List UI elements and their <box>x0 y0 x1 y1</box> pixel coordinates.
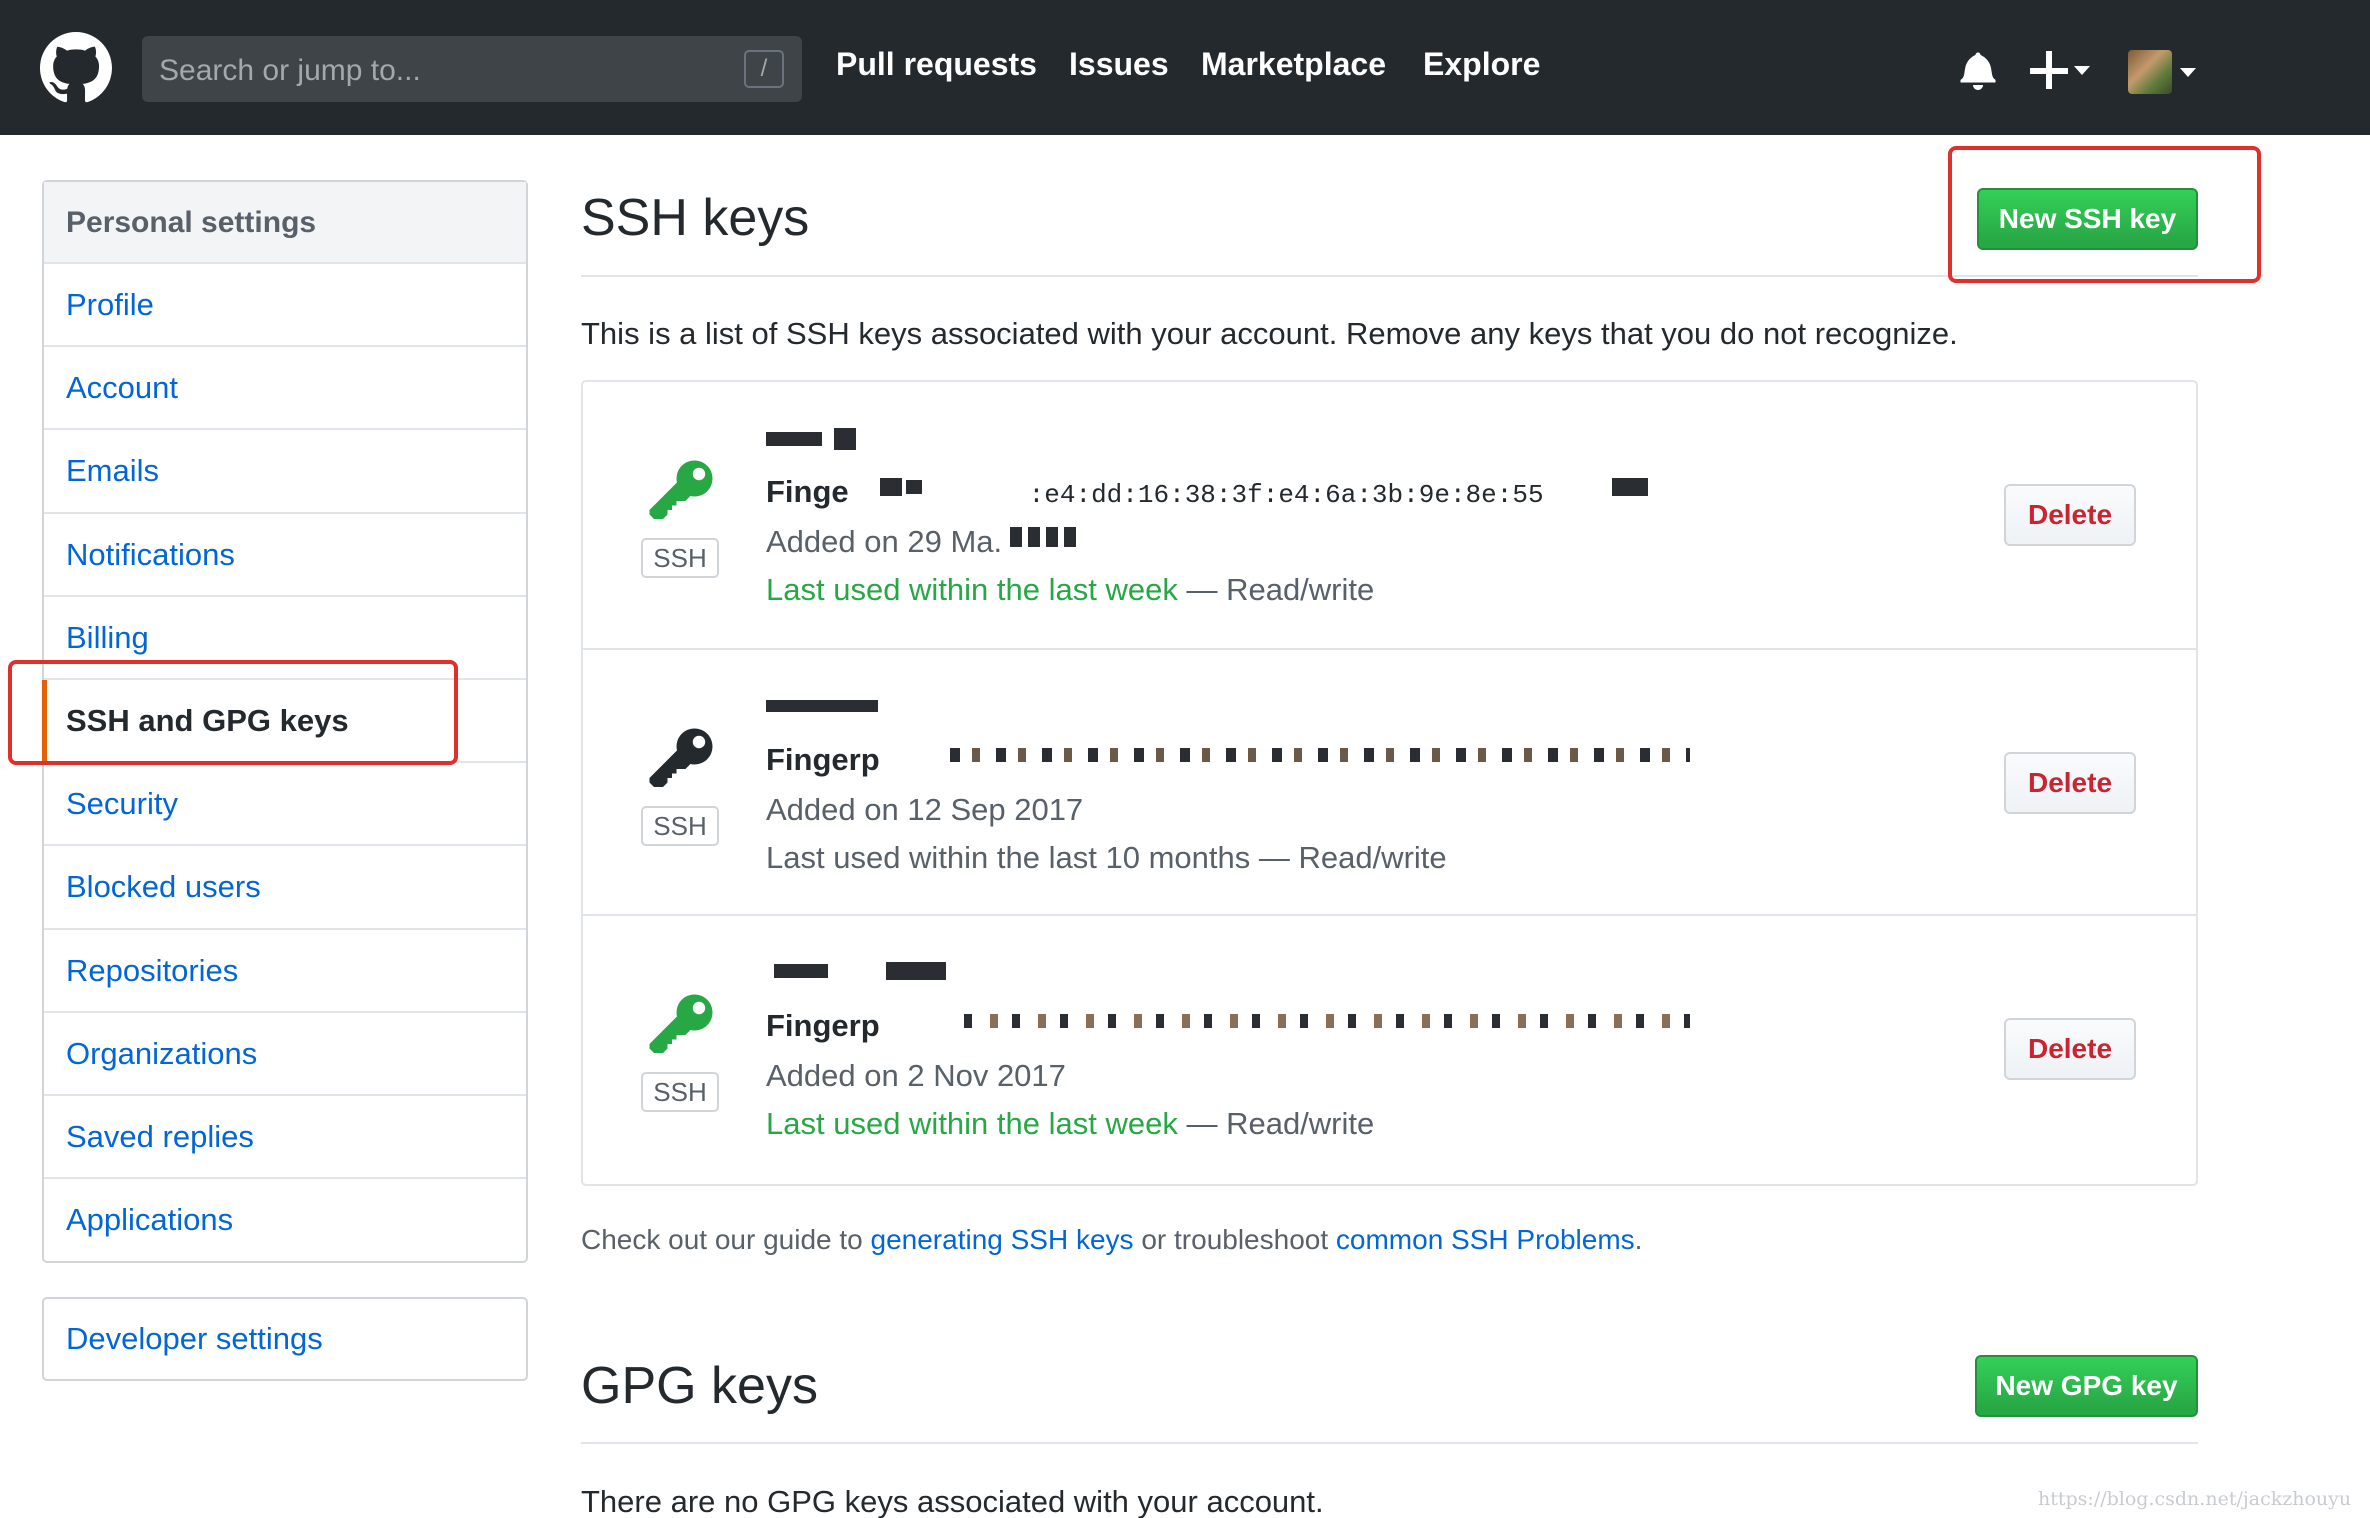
search-placeholder: Search or jump to... <box>159 54 421 87</box>
guide-suffix: . <box>1634 1224 1643 1255</box>
gpg-empty-text: There are no GPG keys associated with yo… <box>581 1484 1324 1518</box>
user-menu[interactable] <box>2128 50 2200 96</box>
key-fingerprint: Fingerp <box>766 1008 880 1044</box>
annotation-box-new-ssh-key <box>1948 146 2261 283</box>
fingerprint-label: Finge <box>766 474 849 509</box>
key-last-used: Last used within the last week — Read/wr… <box>766 1106 1374 1142</box>
key-added-date: Added on 12 Sep 2017 <box>766 792 1084 827</box>
ssh-keys-title: SSH keys <box>581 189 810 247</box>
last-used-text: Last used within the last week <box>766 572 1178 607</box>
search-input[interactable]: Search or jump to... / <box>142 36 802 102</box>
access-text: — Read/write <box>1177 1106 1375 1141</box>
fingerprint-label: Fingerp <box>766 1008 880 1043</box>
access-text: — Read/write <box>1250 840 1447 875</box>
plus-dropdown-icon[interactable] <box>2030 50 2090 90</box>
guide-middle: or troubleshoot <box>1133 1224 1336 1255</box>
new-gpg-key-button[interactable]: New GPG key <box>1975 1355 2198 1417</box>
annotation-box-ssh-gpg-keys <box>8 660 458 765</box>
bell-icon[interactable] <box>1960 50 1996 90</box>
sidebar-item-profile[interactable]: Profile <box>44 264 526 348</box>
key-last-used: Last used within the last 10 months — Re… <box>766 840 1447 876</box>
last-used-text: Last used within the last 10 months <box>766 840 1251 875</box>
common-ssh-problems-link[interactable]: common SSH Problems <box>1336 1224 1635 1255</box>
developer-settings-box: Developer settings <box>42 1297 528 1381</box>
key-icon <box>649 728 713 787</box>
delete-key-button[interactable]: Delete <box>2004 484 2136 546</box>
fingerprint-value: :e4:dd:16:38:3f:e4:6a:3b:9e:8e:55 <box>1028 480 1544 510</box>
ssh-key-row: SSH Finge :e4:dd:16:38:3f:e4:6a:3b:9e:8e:… <box>583 382 2196 648</box>
nav-explore[interactable]: Explore <box>1423 46 1540 83</box>
ssh-badge: SSH <box>641 806 719 846</box>
ssh-key-list: SSH Finge :e4:dd:16:38:3f:e4:6a:3b:9e:8e:… <box>581 380 2198 1186</box>
sidebar-item-saved-replies[interactable]: Saved replies <box>44 1096 526 1180</box>
sidebar-item-security[interactable]: Security <box>44 763 526 847</box>
key-added-date: Added on 29 Ma. <box>766 524 1003 559</box>
sidebar-item-applications[interactable]: Applications <box>44 1179 526 1262</box>
ssh-key-row: SSH Fingerp Added on 12 Sep 2017 Last us… <box>583 648 2196 914</box>
guide-prefix: Check out our guide to <box>581 1224 871 1255</box>
search-shortcut-key: / <box>744 50 784 88</box>
sidebar-item-repositories[interactable]: Repositories <box>44 930 526 1013</box>
gpg-keys-title: GPG keys <box>581 1357 818 1415</box>
ssh-guide-text: Check out our guide to generating SSH ke… <box>581 1224 1642 1256</box>
section-divider <box>581 1442 2198 1444</box>
delete-key-button[interactable]: Delete <box>2004 1018 2136 1080</box>
key-icon <box>649 994 713 1053</box>
key-added-date: Added on 2 Nov 2017 <box>766 1058 1066 1093</box>
ssh-badge: SSH <box>641 1072 719 1112</box>
sidebar-heading: Personal settings <box>44 182 526 264</box>
sidebar-item-emails[interactable]: Emails <box>44 430 526 514</box>
fingerprint-label: Fingerp <box>766 742 880 777</box>
ssh-intro-text: This is a list of SSH keys associated wi… <box>581 316 1958 351</box>
ssh-key-row: SSH Fingerp Added on 2 Nov 2017 Last use… <box>583 914 2196 1180</box>
generating-ssh-keys-link[interactable]: generating SSH keys <box>871 1224 1134 1255</box>
sidebar-item-notifications[interactable]: Notifications <box>44 514 526 597</box>
github-logo-icon[interactable] <box>40 32 112 104</box>
sidebar-item-organizations[interactable]: Organizations <box>44 1013 526 1096</box>
nav-issues[interactable]: Issues <box>1069 46 1169 83</box>
avatar <box>2128 50 2172 94</box>
top-header: Search or jump to... / Pull requests Iss… <box>0 0 2370 135</box>
watermark: https://blog.csdn.net/jackzhouyu <box>2038 1488 2352 1510</box>
ssh-badge: SSH <box>641 538 719 578</box>
sidebar-item-account[interactable]: Account <box>44 347 526 431</box>
key-icon <box>649 460 713 519</box>
key-fingerprint: Fingerp <box>766 742 880 778</box>
nav-pull-requests[interactable]: Pull requests <box>836 46 1037 83</box>
sidebar-item-blocked-users[interactable]: Blocked users <box>44 846 526 930</box>
key-last-used: Last used within the last week — Read/wr… <box>766 572 1374 608</box>
access-text: — Read/write <box>1177 572 1375 607</box>
nav-marketplace[interactable]: Marketplace <box>1201 46 1386 83</box>
delete-key-button[interactable]: Delete <box>2004 752 2136 814</box>
last-used-text: Last used within the last week <box>766 1106 1178 1141</box>
sidebar-item-developer-settings[interactable]: Developer settings <box>44 1299 526 1379</box>
chevron-down-icon <box>2180 68 2196 77</box>
